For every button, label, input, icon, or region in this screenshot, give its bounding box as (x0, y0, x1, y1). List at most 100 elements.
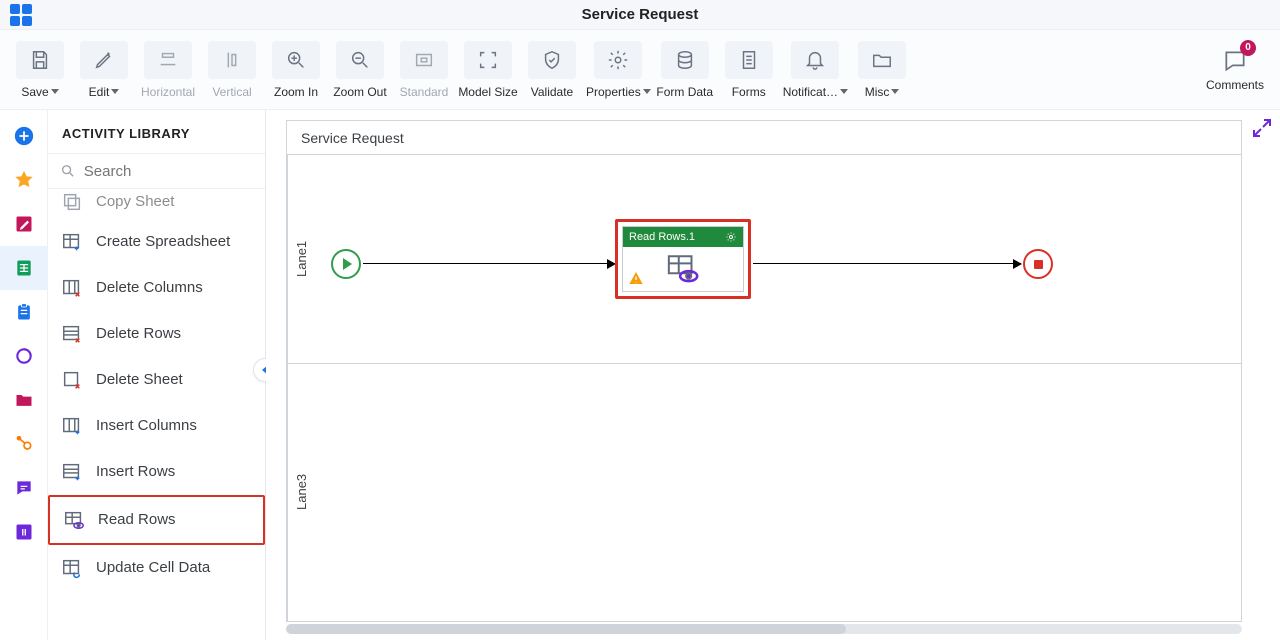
page-title: Service Request (582, 6, 699, 23)
read-rows-icon (62, 509, 86, 531)
chevron-down-icon (643, 89, 651, 94)
activity-item-update-cell-data[interactable]: Update Cell Data (48, 545, 265, 591)
rail-analytics[interactable] (0, 334, 48, 378)
activity-item-label: Update Cell Data (96, 559, 210, 577)
forms-icon (738, 49, 760, 71)
form-data-button[interactable]: Form Data (655, 34, 715, 106)
form-data-icon (674, 49, 696, 71)
save-button[interactable]: Save (10, 34, 70, 106)
task-node-read-rows[interactable]: Read Rows.1 (615, 219, 751, 299)
search-icon (60, 162, 76, 180)
validate-icon (541, 49, 563, 71)
activity-item-label: Read Rows (98, 511, 176, 529)
edit-button[interactable]: Edit (74, 34, 134, 106)
activity-list: Copy Sheet Create Spreadsheet Delete Col… (48, 189, 265, 640)
horizontal-button[interactable]: Horizontal (138, 34, 198, 106)
horizontal-icon (157, 49, 179, 71)
rail-spreadsheet[interactable] (0, 246, 48, 290)
edit-icon (93, 49, 115, 71)
activity-item-create-spreadsheet[interactable]: Create Spreadsheet (48, 219, 265, 265)
row-delete-icon (60, 323, 84, 345)
lane-divider (287, 363, 1241, 364)
rail-edit[interactable] (0, 202, 48, 246)
sheet-copy-icon (60, 191, 84, 213)
panel-title: ACTIVITY LIBRARY (48, 110, 265, 154)
header: Service Request (0, 0, 1280, 30)
chevron-down-icon (51, 89, 59, 94)
column-insert-icon (60, 415, 84, 437)
svg-text:II: II (21, 527, 26, 537)
activity-item-label: Create Spreadsheet (96, 233, 230, 251)
task-title: Read Rows.1 (629, 231, 695, 243)
standard-button[interactable]: Standard (394, 34, 454, 106)
activity-library-panel: ACTIVITY LIBRARY Copy Sheet Create Sprea… (48, 110, 266, 640)
activity-item-label: Insert Columns (96, 417, 197, 435)
rail-hubspot[interactable] (0, 422, 48, 466)
folder-icon (871, 49, 893, 71)
standard-icon (413, 49, 435, 71)
activity-item-delete-columns[interactable]: Delete Columns (48, 265, 265, 311)
notifications-button[interactable]: Notificat… (783, 34, 848, 106)
sheet-delete-icon (60, 369, 84, 391)
start-node[interactable] (331, 249, 361, 279)
process-title: Service Request (287, 121, 1241, 155)
rail-folder[interactable] (0, 378, 48, 422)
warning-icon (628, 270, 644, 286)
activity-item-label: Delete Rows (96, 325, 181, 343)
lane-label-1: Lane1 (287, 155, 315, 363)
activity-item-read-rows[interactable]: Read Rows (48, 495, 265, 545)
model-size-button[interactable]: Model Size (458, 34, 518, 106)
zoom-in-icon (285, 49, 307, 71)
vertical-icon (221, 49, 243, 71)
activity-item-label: Delete Columns (96, 279, 203, 297)
vertical-button[interactable]: Vertical (202, 34, 262, 106)
misc-button[interactable]: Misc (852, 34, 912, 106)
activity-item-label: Insert Rows (96, 463, 175, 481)
rail-chat[interactable] (0, 466, 48, 510)
activity-item-delete-rows[interactable]: Delete Rows (48, 311, 265, 357)
comments-badge: 0 (1240, 40, 1256, 56)
forms-button[interactable]: Forms (719, 34, 779, 106)
expand-canvas-button[interactable] (1250, 116, 1274, 140)
end-node[interactable] (1023, 249, 1053, 279)
search-input[interactable] (84, 163, 253, 180)
activity-item-label: Delete Sheet (96, 371, 183, 389)
activity-item-copy-sheet[interactable]: Copy Sheet (48, 189, 265, 219)
rail-favorites[interactable] (0, 158, 48, 202)
column-delete-icon (60, 277, 84, 299)
validate-button[interactable]: Validate (522, 34, 582, 106)
chevron-down-icon (891, 89, 899, 94)
activity-item-label: Copy Sheet (96, 193, 174, 211)
edge-task-to-end (753, 263, 1021, 264)
zoom-out-button[interactable]: Zoom Out (330, 34, 390, 106)
edge-start-to-task (363, 263, 615, 264)
gear-icon[interactable] (725, 231, 737, 243)
read-rows-icon (663, 252, 703, 286)
activity-item-insert-columns[interactable]: Insert Columns (48, 403, 265, 449)
process-canvas[interactable]: Service Request Lane1 Lane3 Read Rows.1 (286, 120, 1242, 622)
comments-button[interactable]: 0 Comments (1200, 34, 1270, 106)
save-icon (29, 49, 51, 71)
model-size-icon (477, 49, 499, 71)
update-cell-icon (60, 557, 84, 579)
app-grid-icon[interactable] (10, 4, 32, 26)
search-box[interactable] (48, 154, 265, 189)
zoom-in-button[interactable]: Zoom In (266, 34, 326, 106)
left-rail: II (0, 110, 48, 640)
lane-label-3: Lane3 (287, 363, 315, 621)
rail-clipboard[interactable] (0, 290, 48, 334)
toolbar: Save Edit Horizontal Vertical Zoom In Zo… (0, 30, 1280, 110)
activity-item-delete-sheet[interactable]: Delete Sheet (48, 357, 265, 403)
rail-templates[interactable]: II (0, 510, 48, 554)
activity-item-insert-rows[interactable]: Insert Rows (48, 449, 265, 495)
bell-icon (804, 49, 826, 71)
properties-button[interactable]: Properties (586, 34, 651, 106)
rail-add[interactable] (0, 114, 48, 158)
chevron-down-icon (111, 89, 119, 94)
scrollbar-thumb[interactable] (286, 624, 846, 634)
horizontal-scrollbar[interactable] (286, 624, 1242, 634)
row-insert-icon (60, 461, 84, 483)
table-plus-icon (60, 231, 84, 253)
gear-icon (607, 49, 629, 71)
canvas-area: Service Request Lane1 Lane3 Read Rows.1 (266, 110, 1280, 640)
